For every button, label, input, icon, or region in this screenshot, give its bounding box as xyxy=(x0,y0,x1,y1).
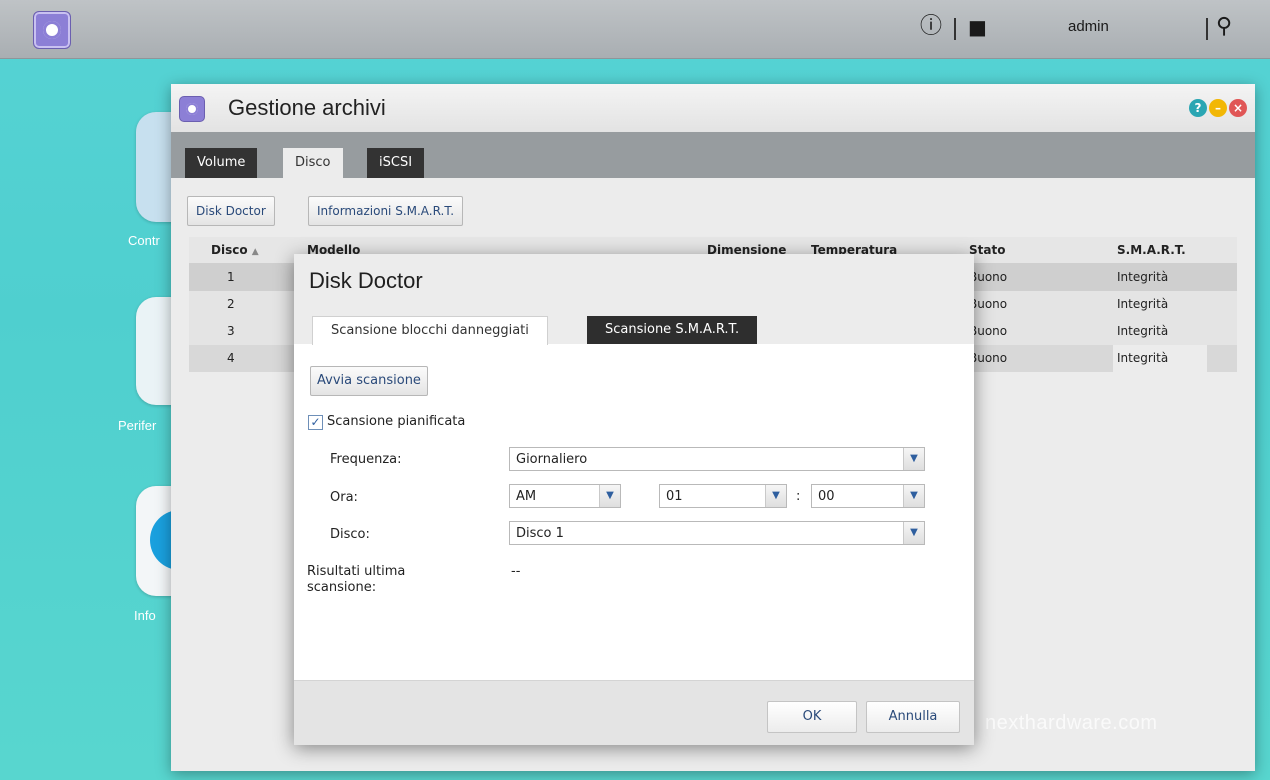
ampm-value: AM xyxy=(516,489,537,504)
user-name[interactable]: admin xyxy=(1068,18,1109,35)
tab-bad-blocks-scan[interactable]: Scansione blocchi danneggiati xyxy=(312,316,548,345)
storage-manager-app-icon[interactable] xyxy=(33,11,71,49)
chevron-down-icon: ▼ xyxy=(765,485,786,507)
last-results-label: Risultati ultima scansione: xyxy=(307,564,406,595)
chevron-down-icon: ▼ xyxy=(903,522,924,544)
time-label: Ora: xyxy=(330,490,358,505)
disk-select[interactable]: Disco 1 ▼ xyxy=(509,521,925,545)
dialog-footer: OK Annulla xyxy=(294,680,974,745)
disk-label: Disco: xyxy=(330,527,370,542)
tab-volume[interactable]: Volume xyxy=(185,148,258,178)
help-icon[interactable]: ? xyxy=(1189,99,1207,117)
cell-disco: 3 xyxy=(227,324,235,338)
user-icon[interactable]: ■ xyxy=(968,12,987,42)
col-stato[interactable]: Stato xyxy=(969,237,1005,263)
chevron-down-icon: ▼ xyxy=(903,485,924,507)
app-icon xyxy=(179,96,205,122)
watermark-logo: nexthardware.com xyxy=(985,712,1158,734)
window-titlebar[interactable]: Gestione archivi ? – × xyxy=(171,84,1255,132)
scheduled-scan-checkbox[interactable]: ✓ xyxy=(308,415,323,430)
minute-select[interactable]: 00 ▼ xyxy=(811,484,925,508)
desktop-label-control: Contr xyxy=(128,233,160,248)
close-icon[interactable]: × xyxy=(1229,99,1247,117)
ok-button[interactable]: OK xyxy=(767,701,857,733)
cell-stato: Buono xyxy=(969,270,1008,284)
cell-disco: 4 xyxy=(227,351,235,365)
chevron-down-icon: ▼ xyxy=(599,485,620,507)
hour-value: 01 xyxy=(666,489,683,504)
cell-smart: Integrità xyxy=(1117,324,1169,338)
cell-smart: Integrità xyxy=(1117,270,1169,284)
divider xyxy=(954,18,956,40)
smart-info-button[interactable]: Informazioni S.M.A.R.T. xyxy=(308,196,464,226)
tab-bar: Volume Disco iSCSI xyxy=(171,132,1255,178)
sort-asc-icon: ▲ xyxy=(251,247,259,257)
taskbar: ⓘ ■ admin ⚲ xyxy=(0,0,1270,59)
disk-value: Disco 1 xyxy=(516,526,564,541)
window-title: Gestione archivi xyxy=(228,95,386,120)
tab-disco[interactable]: Disco xyxy=(283,148,343,178)
info-icon[interactable]: ⓘ xyxy=(920,12,942,42)
desktop-label-info: Info xyxy=(134,608,156,623)
minimize-icon[interactable]: – xyxy=(1209,99,1227,117)
ampm-select[interactable]: AM ▼ xyxy=(509,484,621,508)
frequency-select[interactable]: Giornaliero ▼ xyxy=(509,447,925,471)
frequency-value: Giornaliero xyxy=(516,452,588,467)
cell-stato: Buono xyxy=(969,297,1008,311)
scheduled-scan-label: Scansione pianificata xyxy=(327,414,466,429)
cancel-button[interactable]: Annulla xyxy=(866,701,960,733)
cell-disco: 2 xyxy=(227,297,235,311)
tab-iscsi[interactable]: iSCSI xyxy=(367,148,425,178)
divider xyxy=(1206,18,1208,40)
start-scan-button[interactable]: Avvia scansione xyxy=(310,366,428,396)
cell-disco: 1 xyxy=(227,270,235,284)
desktop-label-peripherals: Perifer xyxy=(118,418,157,433)
cell-stato: Buono xyxy=(969,351,1008,365)
dialog-title: Disk Doctor xyxy=(309,268,423,293)
disk-doctor-button[interactable]: Disk Doctor xyxy=(187,196,275,226)
search-icon[interactable]: ⚲ xyxy=(1216,12,1232,42)
hour-select[interactable]: 01 ▼ xyxy=(659,484,787,508)
col-smart[interactable]: S.M.A.R.T. xyxy=(1117,237,1186,263)
tab-smart-scan[interactable]: Scansione S.M.A.R.T. xyxy=(587,316,758,344)
disk-doctor-dialog: Disk Doctor Scansione blocchi danneggiat… xyxy=(294,254,974,745)
last-results-value: -- xyxy=(511,564,521,579)
col-disco[interactable]: Disco ▲ xyxy=(211,237,259,263)
chevron-down-icon: ▼ xyxy=(903,448,924,470)
cell-smart: Integrità xyxy=(1113,345,1207,372)
minute-value: 00 xyxy=(818,489,835,504)
cell-stato: Buono xyxy=(969,324,1008,338)
time-separator: : xyxy=(796,489,801,504)
frequency-label: Frequenza: xyxy=(330,452,402,467)
cell-smart: Integrità xyxy=(1117,297,1169,311)
dialog-header[interactable]: Disk Doctor Scansione blocchi danneggiat… xyxy=(294,254,974,345)
